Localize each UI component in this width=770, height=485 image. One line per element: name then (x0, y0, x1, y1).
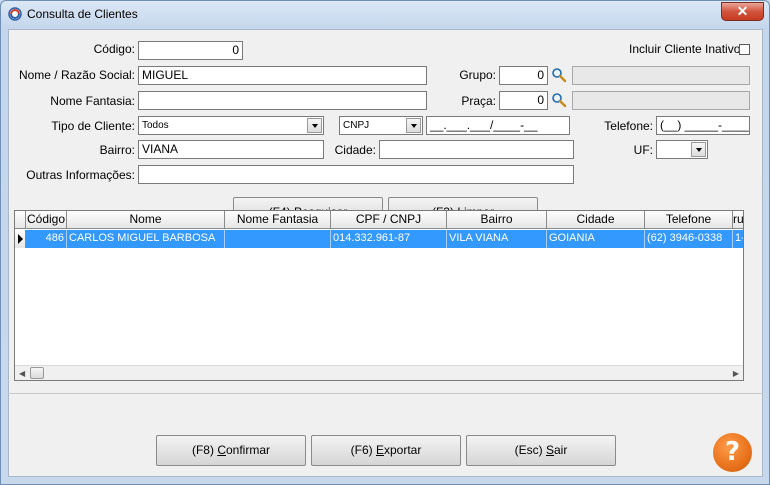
outras-informacoes-label: Outras Informações: (26, 168, 135, 182)
cell-cpf-cnpj[interactable]: 014.332.961-87 (331, 230, 447, 248)
documento-input[interactable]: __.___.___/____-__ (426, 116, 570, 135)
column-header-cidade[interactable]: Cidade (547, 211, 645, 229)
codigo-input[interactable]: 0 (138, 41, 243, 60)
confirmar-rest: onfirmar (226, 443, 271, 457)
confirmar-button[interactable]: (F8) Confirmar (156, 435, 306, 466)
grupo-search-icon[interactable] (551, 67, 567, 83)
column-header-bairro[interactable]: Bairro (447, 211, 547, 229)
title-bar[interactable]: Consulta de Clientes ✕ (1, 1, 769, 27)
cell-nome[interactable]: CARLOS MIGUEL BARBOSA (67, 230, 225, 248)
praca-search-icon[interactable] (551, 92, 567, 108)
grupo-label: Grupo: (459, 68, 496, 82)
sair-hotkey: S (545, 443, 554, 457)
column-header-telefone[interactable]: Telefone (645, 211, 733, 229)
nome-input[interactable]: MIGUEL (138, 66, 427, 85)
sair-rest: air (554, 443, 568, 457)
cell-codigo[interactable]: 486 (26, 230, 67, 248)
bairro-input[interactable]: VIANA (138, 140, 324, 159)
documento-tipo-value: CNPJ (343, 120, 370, 131)
column-header-grupo[interactable]: rup (733, 211, 743, 229)
telefone-input[interactable]: (__) _____-____ (656, 116, 750, 135)
window-title: Consulta de Clientes (27, 7, 138, 21)
tipo-cliente-value: Todos (142, 120, 169, 131)
scroll-right-icon[interactable]: ▶ (733, 369, 739, 378)
confirmar-hotkey: C (217, 443, 226, 457)
praca-description (572, 91, 750, 110)
grid-indicator-header (15, 211, 26, 229)
cell-grupo[interactable]: 1- (733, 230, 743, 248)
telefone-label: Telefone: (604, 119, 653, 133)
exportar-rest: xportar (384, 443, 422, 457)
row-selector-arrow-icon[interactable] (15, 230, 26, 248)
footer-divider (8, 393, 763, 394)
nome-fantasia-label: Nome Fantasia: (50, 94, 135, 108)
cidade-label: Cidade: (334, 143, 376, 157)
consulta-clientes-window: Consulta de Clientes ✕ Código: 0 Incluir… (0, 0, 770, 485)
documento-tipo-select[interactable]: CNPJ (339, 116, 423, 135)
cell-telefone[interactable]: (62) 3946-0338 (645, 230, 733, 248)
horizontal-scrollbar[interactable]: ◀ ▶ (15, 365, 743, 380)
sair-button[interactable]: (Esc) Sair (466, 435, 616, 466)
cell-nome-fantasia[interactable] (225, 230, 331, 248)
cell-bairro[interactable]: VILA VIANA (447, 230, 547, 248)
sair-prefix: (Esc) (514, 443, 546, 457)
app-icon (8, 7, 22, 21)
chevron-down-icon[interactable] (307, 118, 322, 133)
column-header-codigo[interactable]: Código (26, 211, 67, 229)
bairro-label: Bairro: (99, 143, 135, 157)
praca-input[interactable]: 0 (499, 91, 548, 110)
outras-informacoes-input[interactable] (138, 165, 574, 184)
column-header-cpf-cnpj[interactable]: CPF / CNPJ (331, 211, 447, 229)
column-header-nome[interactable]: Nome (67, 211, 225, 229)
close-icon: ✕ (736, 3, 749, 19)
cell-cidade[interactable]: GOIANIA (547, 230, 645, 248)
tipo-cliente-select[interactable]: Todos (138, 116, 324, 135)
chevron-down-icon[interactable] (406, 118, 421, 133)
incluir-inativo-checkbox[interactable] (739, 44, 750, 55)
scroll-left-icon[interactable]: ◀ (19, 369, 25, 378)
incluir-inativo-label: Incluir Cliente Inativo: (629, 42, 744, 56)
uf-select[interactable] (656, 140, 708, 159)
chevron-down-icon[interactable] (691, 142, 706, 157)
grupo-description (572, 66, 750, 85)
help-icon[interactable]: ? (713, 433, 752, 472)
codigo-label: Código: (93, 42, 135, 56)
results-grid[interactable]: Código Nome Nome Fantasia CPF / CNPJ Bai… (14, 210, 744, 381)
confirmar-prefix: (F8) (191, 443, 218, 457)
tipo-cliente-label: Tipo de Cliente: (51, 119, 135, 133)
close-button[interactable]: ✕ (721, 2, 764, 21)
column-header-nome-fantasia[interactable]: Nome Fantasia (225, 211, 331, 229)
nome-fantasia-input[interactable] (138, 91, 427, 110)
grupo-input[interactable]: 0 (499, 66, 548, 85)
exportar-prefix: (F6) (350, 443, 376, 457)
exportar-hotkey: E (375, 443, 384, 457)
uf-label: UF: (633, 143, 653, 157)
exportar-button[interactable]: (F6) Exportar (311, 435, 461, 466)
nome-label: Nome / Razão Social: (18, 68, 135, 82)
praca-label: Praça: (461, 94, 496, 108)
scroll-thumb[interactable] (30, 367, 44, 379)
cidade-input[interactable] (379, 140, 574, 159)
